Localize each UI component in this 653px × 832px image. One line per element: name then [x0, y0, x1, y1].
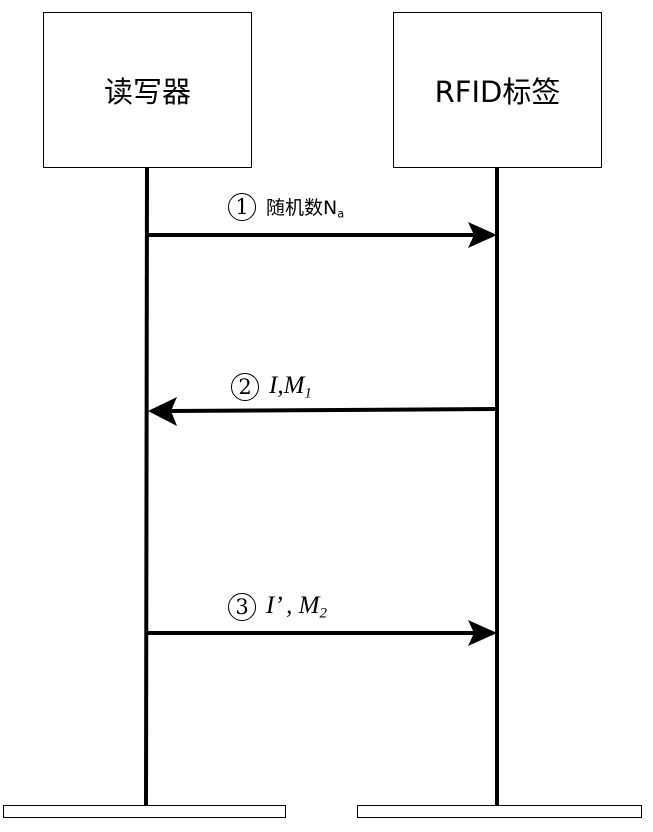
message-1-label: 1 随机数Na — [228, 193, 344, 221]
message-2-main: I,M — [269, 372, 305, 399]
message-3-label: 3 I’ , M2 — [228, 592, 327, 623]
step-3-circled-number: 3 — [228, 593, 256, 622]
message-2-text: I,M1 — [269, 372, 312, 403]
message-3-main: I’ , M — [266, 592, 320, 619]
message-3-subscript: 2 — [319, 605, 327, 622]
step-2-circled-number: 2 — [231, 373, 259, 402]
step-1-circled-number: 1 — [228, 193, 256, 221]
lifeline-tag-base — [357, 805, 642, 818]
message-2-subscript: 1 — [304, 385, 312, 402]
message-3-text: I’ , M2 — [266, 592, 327, 623]
message-1-text: 随机数Na — [266, 193, 344, 220]
message-1-main: 随机数N — [266, 197, 338, 220]
sequence-lines — [144, 167, 499, 806]
message-2-label: 2 I,M1 — [231, 372, 312, 403]
message-2-arrow-line — [169, 407, 498, 413]
lifeline-reader-base — [3, 805, 286, 818]
message-1-subscript: a — [337, 206, 345, 221]
lifeline-reader — [144, 167, 149, 806]
